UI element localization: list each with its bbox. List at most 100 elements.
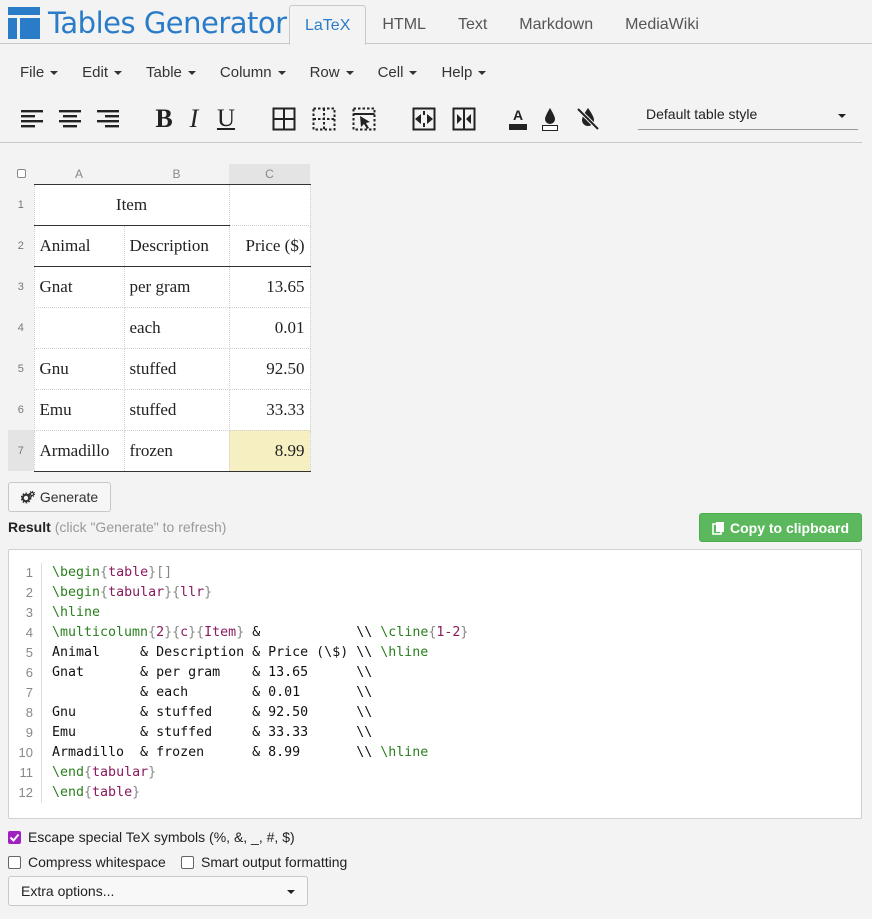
table-cell[interactable]: stuffed (123, 347, 230, 390)
code-line: 1 \begin{table}[] (9, 563, 861, 583)
escape-tex-checkbox[interactable] (8, 830, 21, 844)
code-line: 4 \multicolumn{2}{c}{Item} & \\ \cline{1-… (9, 623, 861, 643)
table-cell[interactable]: 13.65 (228, 265, 311, 308)
table-cell[interactable]: Emu (33, 388, 125, 431)
app-logo[interactable]: Tables Generator (8, 6, 287, 40)
caret-down-icon (114, 70, 123, 75)
extra-options-dropdown[interactable]: Extra options... (8, 876, 308, 906)
generate-button[interactable]: Generate (8, 482, 111, 512)
column-header-c[interactable]: C (229, 164, 310, 184)
clear-formatting-icon[interactable] (573, 104, 603, 134)
toolbar: B I U A Default table style (0, 98, 862, 143)
table-cell[interactable]: Animal (33, 224, 125, 267)
italic-icon[interactable]: I (179, 104, 209, 134)
code-line: 11 \end{tabular} (9, 763, 861, 783)
code-line: 8 Gnu & stuffed & 92.50 \\ (9, 703, 861, 723)
menu-bar: File Edit Table Column Row Cell Help (8, 56, 498, 89)
table-cell[interactable] (33, 306, 125, 349)
code-line: 7 & each & 0.01 \\ (9, 683, 861, 703)
copy-icon (712, 521, 724, 535)
tab-latex[interactable]: LaTeX (289, 5, 367, 45)
row-header[interactable]: 7 (8, 430, 34, 471)
background-color-icon[interactable] (535, 104, 565, 134)
row-header[interactable]: 3 (8, 266, 34, 307)
align-right-icon[interactable] (93, 104, 123, 134)
code-line: 3 \hline (9, 603, 861, 623)
align-left-icon[interactable] (17, 104, 47, 134)
code-line: 12 \end{table} (9, 783, 861, 803)
code-line: 9 Emu & stuffed & 33.33 \\ (9, 723, 861, 743)
row-header[interactable]: 4 (8, 307, 34, 348)
table-cell[interactable]: 33.33 (228, 388, 311, 431)
copy-to-clipboard-button[interactable]: Copy to clipboard (699, 513, 862, 542)
text-color-icon[interactable]: A (503, 104, 533, 134)
table-cell[interactable]: frozen (123, 429, 230, 472)
column-header-a[interactable]: A (34, 164, 124, 184)
all-borders-icon[interactable] (269, 104, 299, 134)
align-center-icon[interactable] (55, 104, 85, 134)
underline-icon[interactable]: U (211, 104, 241, 134)
table-cell[interactable]: Price ($) (228, 224, 311, 267)
table-cell-selected[interactable]: 8.99 (228, 429, 311, 472)
split-cells-icon[interactable] (449, 104, 479, 134)
table-cell[interactable]: each (123, 306, 230, 349)
no-borders-icon[interactable] (309, 104, 339, 134)
caret-down-icon (478, 70, 487, 75)
table-style-select[interactable]: Default table style (638, 102, 858, 130)
caret-down-icon (409, 70, 418, 75)
tab-mediawiki[interactable]: MediaWiki (609, 5, 715, 45)
row-header[interactable]: 1 (8, 184, 34, 225)
code-line: 5 Animal & Description & Price (\$) \\ \h… (9, 643, 861, 663)
row-header[interactable]: 2 (8, 225, 34, 266)
app-title: Tables Generator (48, 6, 287, 40)
caret-down-icon (277, 70, 286, 75)
escape-tex-option[interactable]: Escape special TeX symbols (%, &, _, #, … (8, 829, 295, 845)
header: Tables Generator LaTeX HTML Text Markdow… (0, 0, 872, 45)
compress-whitespace-option[interactable]: Compress whitespace (8, 854, 166, 870)
table-cell[interactable]: Gnat (33, 265, 125, 308)
gears-icon (20, 490, 35, 504)
menu-help[interactable]: Help (429, 56, 498, 89)
code-line: 10 Armadillo & frozen & 8.99 \\ \hline (9, 743, 861, 763)
code-line: 6 Gnat & per gram & 13.65 \\ (9, 663, 861, 683)
menu-edit[interactable]: Edit (70, 56, 134, 89)
table-cell[interactable]: Gnu (33, 347, 125, 390)
menu-cell[interactable]: Cell (366, 56, 430, 89)
row-header[interactable]: 5 (8, 348, 34, 389)
latex-output[interactable]: 1 \begin{table}[] 2 \begin{tabular}{llr} 3… (8, 549, 862, 819)
menu-file[interactable]: File (8, 56, 70, 89)
caret-down-icon (287, 890, 295, 894)
table-cell-merged[interactable]: Item (33, 183, 230, 226)
merge-cells-icon[interactable] (409, 104, 439, 134)
caret-down-icon (187, 70, 196, 75)
table-cell[interactable]: stuffed (123, 388, 230, 431)
compress-whitespace-checkbox[interactable] (8, 855, 21, 869)
menu-column[interactable]: Column (208, 56, 298, 89)
tab-markdown[interactable]: Markdown (503, 5, 609, 45)
table-cell[interactable] (228, 183, 311, 226)
select-all-checkbox[interactable] (8, 164, 34, 184)
tab-html[interactable]: HTML (366, 5, 442, 45)
smart-formatting-option[interactable]: Smart output formatting (181, 854, 347, 870)
code-line: 2 \begin{tabular}{llr} (9, 583, 861, 603)
table-editor-grid: A B C 1 Item 2 Animal Description Price … (8, 164, 311, 472)
bold-icon[interactable]: B (149, 104, 179, 134)
row-header[interactable]: 6 (8, 389, 34, 430)
column-header-b[interactable]: B (124, 164, 229, 184)
tab-text[interactable]: Text (442, 5, 503, 45)
table-cell[interactable]: per gram (123, 265, 230, 308)
caret-down-icon (345, 70, 354, 75)
caret-down-icon (838, 114, 846, 118)
format-tabs: LaTeX HTML Text Markdown MediaWiki (289, 5, 715, 45)
table-cell[interactable]: Description (123, 224, 230, 267)
table-logo-icon (8, 7, 40, 39)
clear-borders-icon[interactable] (349, 104, 379, 134)
table-cell[interactable]: Armadillo (33, 429, 125, 472)
table-cell[interactable]: 0.01 (228, 306, 311, 349)
result-heading: Result (click "Generate" to refresh) (8, 519, 227, 535)
menu-table[interactable]: Table (134, 56, 208, 89)
table-cell[interactable]: 92.50 (228, 347, 311, 390)
caret-down-icon (50, 70, 59, 75)
menu-row[interactable]: Row (298, 56, 366, 89)
smart-formatting-checkbox[interactable] (181, 855, 194, 869)
